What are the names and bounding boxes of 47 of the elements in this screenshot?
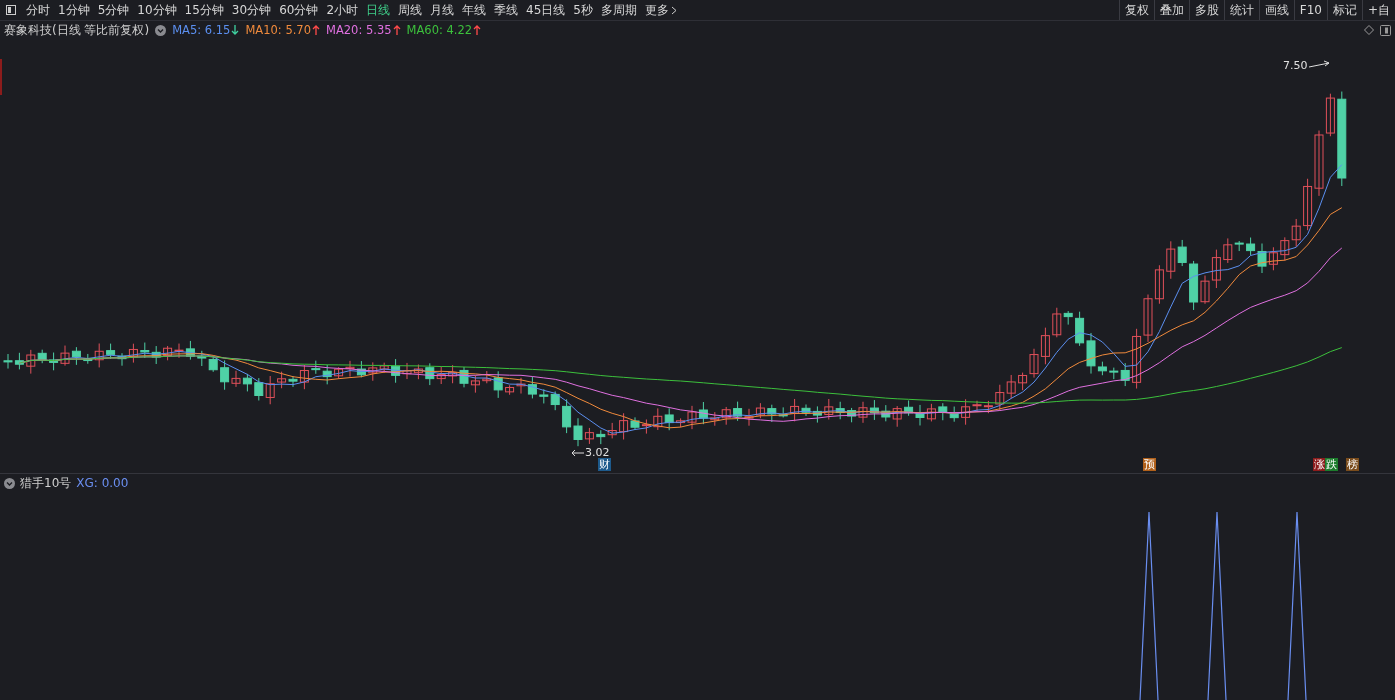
period-tab[interactable]: 季线	[490, 0, 523, 20]
chart-title: 赛象科技(日线 等比前复权)	[4, 21, 150, 39]
period-tab[interactable]: 1分钟	[54, 0, 94, 20]
event-badge[interactable]: 榜	[1346, 458, 1359, 471]
period-tab[interactable]: 2小时	[322, 0, 363, 20]
moving-average-label: MA60: 4.22	[406, 23, 473, 37]
moving-average-label: MA5: 6.15	[172, 23, 231, 37]
period-tab[interactable]: 多周期	[596, 0, 641, 20]
toolbar-button[interactable]: 叠加	[1153, 0, 1189, 20]
period-tab[interactable]: 周线	[394, 0, 427, 20]
panel-toggle-icon[interactable]	[1380, 24, 1391, 36]
period-tab[interactable]: 日线	[362, 0, 395, 20]
toolbar-button[interactable]: +自	[1361, 0, 1395, 20]
period-tab[interactable]: 10分钟	[133, 0, 181, 20]
more-button[interactable]: 更多	[640, 0, 681, 20]
high-price-arrow	[1308, 60, 1330, 68]
event-badge[interactable]: 预	[1143, 458, 1156, 471]
toolbar-button[interactable]: 标记	[1326, 0, 1362, 20]
period-tab[interactable]: 月线	[426, 0, 459, 20]
moving-average-label: MA10: 5.70	[245, 23, 311, 37]
event-badge[interactable]: 跌	[1325, 458, 1338, 471]
moving-average-label: MA20: 5.35	[326, 23, 392, 37]
period-tab[interactable]: 分时	[22, 0, 54, 20]
period-tab[interactable]: 30分钟	[227, 0, 276, 20]
low-price-label: 3.02	[585, 446, 610, 459]
high-price-label: 7.50	[1283, 59, 1308, 72]
toolbar-button[interactable]: 画线	[1258, 0, 1294, 20]
collapse-icon[interactable]	[4, 477, 15, 489]
toolbar-button[interactable]: 复权	[1118, 0, 1154, 20]
chevron-icon	[670, 5, 677, 15]
toolbar-button[interactable]: 多股	[1188, 0, 1224, 20]
toolbar-button[interactable]: F10	[1293, 0, 1327, 20]
collapse-icon[interactable]	[155, 24, 167, 36]
period-tab[interactable]: 60分钟	[275, 0, 323, 20]
period-tab[interactable]: 45日线	[522, 0, 570, 20]
toolbar-button[interactable]: 统计	[1223, 0, 1259, 20]
price-marker	[0, 59, 2, 95]
period-tab[interactable]: 5秒	[569, 0, 597, 20]
period-tab[interactable]: 年线	[458, 0, 491, 20]
diamond-icon[interactable]	[1364, 25, 1374, 35]
period-tab[interactable]: 15分钟	[180, 0, 228, 20]
period-tab[interactable]: 5分钟	[93, 0, 134, 20]
indicator-name: 猎手10号	[20, 474, 72, 492]
indicator-reading: XG: 0.00	[76, 476, 129, 490]
low-price-arrow	[571, 449, 585, 457]
event-badge[interactable]: 财	[598, 458, 611, 471]
panel-toggle-icon[interactable]	[6, 5, 16, 15]
